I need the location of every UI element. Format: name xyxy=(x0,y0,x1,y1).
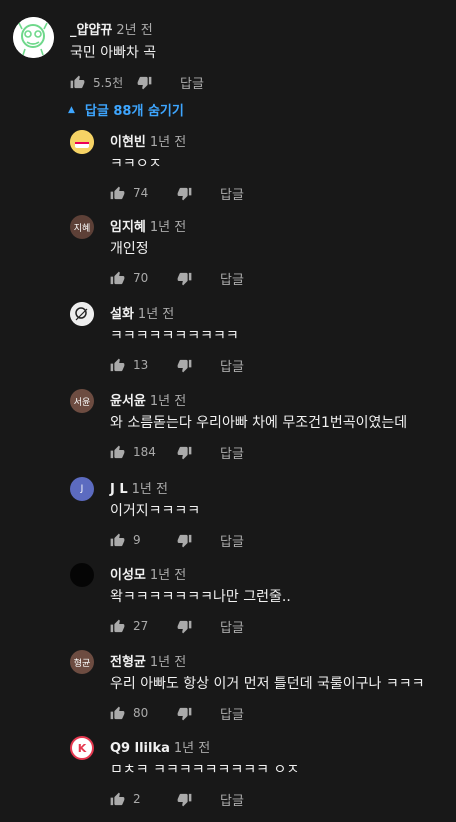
reply-item: 이성모 1년 전왁ㅋㅋㅋㅋㅋㅋㅋ나만 그런줄.. 27 답글 xyxy=(70,563,450,649)
chevron-up-icon: ▲ xyxy=(68,104,75,115)
avatar[interactable]: 형균 xyxy=(70,650,94,674)
avatar[interactable] xyxy=(70,130,94,154)
reply-author[interactable]: 임지혜 1년 전 xyxy=(110,216,186,235)
reply-author[interactable]: 전형균 1년 전 xyxy=(110,651,186,670)
dislike-icon[interactable] xyxy=(177,445,192,460)
like-icon[interactable] xyxy=(70,75,85,90)
reply-item: 서윤 윤서윤 1년 전와 소름돋는다 우리아빠 차에 무조건1번곡이였는데 184 답글 xyxy=(70,389,450,475)
avatar-text: 서윤 xyxy=(73,397,91,408)
avatar-art-icon xyxy=(70,302,94,326)
reply-actions: 2 답글 xyxy=(110,790,244,809)
like-count: 9 xyxy=(133,533,141,547)
reply-actions: 13 답글 xyxy=(110,356,244,375)
reply-time[interactable]: 1년 전 xyxy=(150,568,186,583)
reply-author[interactable]: J L 1년 전 xyxy=(110,478,168,497)
hide-replies-button[interactable]: ▲ 답글 88개 숨기기 xyxy=(68,100,184,119)
reply-actions: 70 답글 xyxy=(110,269,244,288)
reply-author[interactable]: 이현빈 1년 전 xyxy=(110,131,186,150)
avatar[interactable]: K xyxy=(70,736,94,760)
dislike-icon[interactable] xyxy=(177,706,192,721)
like-count: 80 xyxy=(133,706,149,720)
reply-time[interactable]: 1년 전 xyxy=(150,135,186,150)
reply-author[interactable]: 설화 1년 전 xyxy=(110,303,174,322)
avatar-art-icon xyxy=(70,130,94,154)
reply-button[interactable]: 답글 xyxy=(180,73,204,92)
like-icon[interactable] xyxy=(110,271,125,286)
like-count: 70 xyxy=(133,271,149,285)
reply-item: 지혜 임지혜 1년 전개인정 70 답글 xyxy=(70,215,450,301)
dislike-icon[interactable] xyxy=(177,792,192,807)
reply-actions: 80 답글 xyxy=(110,704,244,723)
reply-button[interactable]: 답글 xyxy=(220,443,244,462)
like-count: 74 xyxy=(133,186,149,200)
like-count: 5.5천 xyxy=(93,75,124,90)
reply-text: 와 소름돋는다 우리아빠 차에 무조건1번곡이였는데 xyxy=(110,415,408,431)
reply-item: 설화 1년 전 ㅋㅋㅋㅋㅋㅋㅋㅋㅋㅋ 13 답글 xyxy=(70,302,450,388)
reply-author[interactable]: Q9 llilka 1년 전 xyxy=(110,737,210,756)
avatar[interactable]: J xyxy=(70,477,94,501)
reply-button[interactable]: 답글 xyxy=(220,184,244,203)
hide-replies-label: 답글 88개 숨기기 xyxy=(84,104,184,119)
reply-time[interactable]: 1년 전 xyxy=(138,307,174,322)
reply-actions: 74 답글 xyxy=(110,184,244,203)
reply-item: 형균 전형균 1년 전우리 아빠도 항상 이거 먼저 틀던데 국룰이구나 ㅋㅋㅋ 80… xyxy=(70,650,450,736)
avatar-text: 지혜 xyxy=(73,223,91,234)
reply-item: K Q9 llilka 1년 전 ㅁㅊㅋ ㅋㅋㅋㅋㅋㅋㅋㅋㅋ ㅇㅈ 2 답글 xyxy=(70,736,450,822)
like-icon[interactable] xyxy=(110,792,125,807)
comment-time[interactable]: 2년 전 xyxy=(116,23,152,38)
reply-time[interactable]: 1년 전 xyxy=(174,741,210,756)
reply-actions: 27 답글 xyxy=(110,617,244,636)
reply-text: 개인정 xyxy=(110,241,149,257)
reply-item: 이현빈 1년 전 ㅋㅋㅇㅈ 74 답글 xyxy=(70,130,450,216)
reply-author[interactable]: 이성모 1년 전 xyxy=(110,564,186,583)
like-count: 184 xyxy=(133,445,156,459)
comment-actions: 5.5천 답글 xyxy=(70,73,204,92)
like-icon[interactable] xyxy=(110,358,125,373)
like-count: 27 xyxy=(133,619,149,633)
avatar[interactable]: 지혜 xyxy=(70,215,94,239)
avatar-text: 형균 xyxy=(73,658,91,669)
reply-text: 우리 아빠도 항상 이거 먼저 틀던데 국룰이구나 ㅋㅋㅋ xyxy=(110,676,425,692)
reply-time[interactable]: 1년 전 xyxy=(150,220,186,235)
reply-button[interactable]: 답글 xyxy=(220,704,244,723)
reply-button[interactable]: 답글 xyxy=(220,617,244,636)
like-icon[interactable] xyxy=(110,186,125,201)
avatar-text: J xyxy=(80,484,84,494)
reply-time[interactable]: 1년 전 xyxy=(150,655,186,670)
dislike-icon[interactable] xyxy=(177,271,192,286)
reply-text: 이거지ㅋㅋㅋㅋ xyxy=(110,503,201,519)
reply-text: ㅋㅋㅋㅋㅋㅋㅋㅋㅋㅋ xyxy=(110,328,239,344)
avatar[interactable]: 서윤 xyxy=(70,389,94,413)
dislike-icon[interactable] xyxy=(137,75,152,90)
dislike-icon[interactable] xyxy=(177,619,192,634)
comment-text: 국민 아빠차 곡 xyxy=(70,45,157,61)
reply-actions: 184 답글 xyxy=(110,443,244,462)
dislike-icon[interactable] xyxy=(177,358,192,373)
like-icon[interactable] xyxy=(110,619,125,634)
reply-item: J J L 1년 전이거지ㅋㅋㅋㅋ 9 답글 xyxy=(70,477,450,563)
like-count: 13 xyxy=(133,358,149,372)
like-icon[interactable] xyxy=(110,445,125,460)
reply-actions: 9 답글 xyxy=(110,531,244,550)
reply-time[interactable]: 1년 전 xyxy=(150,394,186,409)
reply-button[interactable]: 답글 xyxy=(220,269,244,288)
reply-text: 왁ㅋㅋㅋㅋㅋㅋㅋ나만 그런줄.. xyxy=(110,589,291,605)
avatar[interactable] xyxy=(70,302,94,326)
avatar[interactable] xyxy=(70,563,94,587)
like-icon[interactable] xyxy=(110,533,125,548)
avatar[interactable] xyxy=(13,17,54,58)
reply-button[interactable]: 답글 xyxy=(220,531,244,550)
dislike-icon[interactable] xyxy=(177,533,192,548)
dislike-icon[interactable] xyxy=(177,186,192,201)
comment-author[interactable]: _얍얍뀨 2년 전 xyxy=(70,19,153,38)
like-icon[interactable] xyxy=(110,706,125,721)
reply-button[interactable]: 답글 xyxy=(220,356,244,375)
reply-time[interactable]: 1년 전 xyxy=(132,482,168,497)
like-count: 2 xyxy=(133,792,141,806)
reply-text: ㅁㅊㅋ ㅋㅋㅋㅋㅋㅋㅋㅋㅋ ㅇㅈ xyxy=(110,762,300,778)
avatar-logo-icon: K xyxy=(77,741,87,755)
reply-button[interactable]: 답글 xyxy=(220,790,244,809)
reply-author[interactable]: 윤서윤 1년 전 xyxy=(110,390,186,409)
reply-text: ㅋㅋㅇㅈ xyxy=(110,156,162,172)
